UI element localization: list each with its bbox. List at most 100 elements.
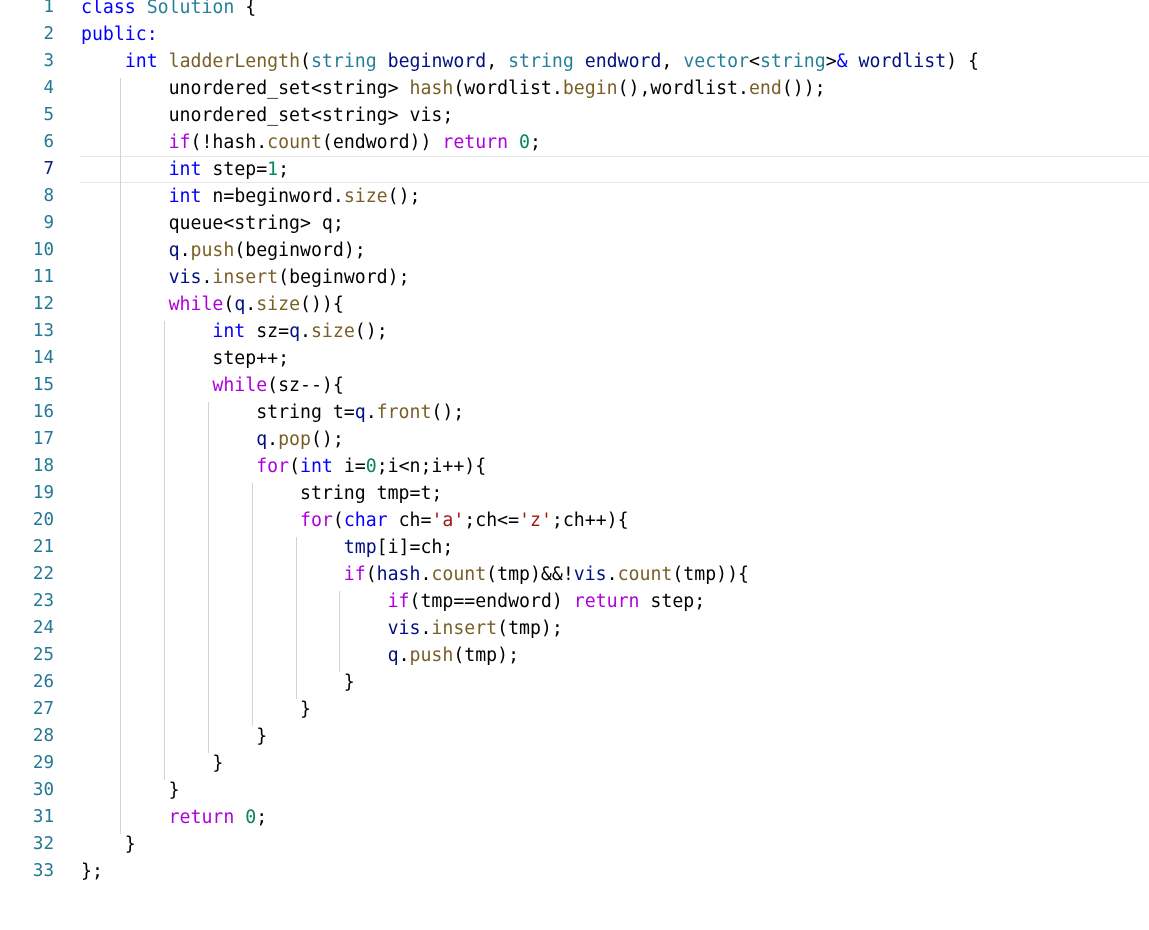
code-line[interactable]: 32 } [0, 831, 1149, 858]
code-token: . [201, 267, 213, 288]
code-line[interactable]: 21 tmp[i]=ch; [0, 534, 1149, 561]
code-line[interactable]: 15 while(sz--){ [0, 372, 1149, 399]
code-line[interactable]: 26 } [0, 669, 1149, 696]
code-token: q [289, 321, 301, 342]
code-line[interactable]: 30 } [0, 777, 1149, 804]
code-line[interactable]: 22 if(hash.count(tmp)&&!vis.count(tmp)){ [0, 561, 1149, 588]
code-line[interactable]: 16 string t=q.front(); [0, 399, 1149, 426]
code-line[interactable]: 18 for(int i=0;i<n;i++){ [0, 453, 1149, 480]
code-token: ()){ [300, 294, 344, 315]
line-number: 6 [43, 132, 54, 152]
code-line[interactable]: 5 unordered_set<string> vis; [0, 102, 1149, 129]
code-token: return [168, 807, 235, 828]
code-token: unordered_set<string> vis; [81, 105, 454, 126]
code-text: unordered_set<string> hash(wordlist.begi… [81, 75, 826, 102]
code-token: ;i<n;i++){ [376, 456, 487, 477]
line-number: 26 [32, 672, 54, 692]
code-line[interactable]: 10 q.push(beginword); [0, 237, 1149, 264]
indent-guide [339, 591, 341, 672]
code-token: } [81, 726, 268, 747]
code-token: public [81, 24, 147, 45]
code-token: 0 [519, 132, 530, 153]
code-token: (tmp); [497, 618, 563, 639]
code-token: ) { [946, 51, 980, 72]
code-line[interactable]: 2 public: [0, 21, 1149, 48]
line-number: 15 [32, 375, 54, 395]
code-token: . [420, 564, 432, 585]
code-token: return [573, 591, 640, 612]
code-text: int n=beginword.size(); [81, 183, 421, 210]
code-line[interactable]: 24 vis.insert(tmp); [0, 615, 1149, 642]
code-token: while [168, 294, 224, 315]
code-token: push [190, 240, 235, 261]
code-line[interactable]: 14 step++; [0, 345, 1149, 372]
code-token: class [81, 0, 136, 18]
code-token: (tmp==endword) [409, 591, 574, 612]
code-line[interactable]: 8 int n=beginword.size(); [0, 183, 1149, 210]
line-number: 11 [32, 267, 54, 287]
code-text: }; [81, 858, 103, 885]
code-text: for(char ch='a';ch<='z';ch++){ [81, 507, 629, 534]
code-line[interactable]: 31 return 0; [0, 804, 1149, 831]
code-line[interactable]: 6 if(!hash.count(endword)) return 0; [0, 129, 1149, 156]
code-line[interactable]: 12 while(q.size()){ [0, 291, 1149, 318]
code-line[interactable]: 19 string tmp=t; [0, 480, 1149, 507]
code-token: int [168, 186, 202, 207]
code-token: . [267, 429, 279, 450]
line-number: 27 [32, 699, 54, 719]
code-line[interactable]: 9 queue<string> q; [0, 210, 1149, 237]
code-token: for [300, 510, 333, 531]
code-token: n=beginword. [201, 186, 344, 207]
code-token: (); [387, 186, 421, 207]
code-token: hash [409, 78, 454, 99]
code-token: vis [168, 267, 202, 288]
code-token: } [81, 672, 355, 693]
code-token: string [508, 51, 574, 72]
code-line[interactable]: 13 int sz=q.size(); [0, 318, 1149, 345]
code-editor[interactable]: 1 class Solution {2 public: 3 int ladderLen… [0, 0, 1149, 930]
code-token: (endword)) [321, 132, 443, 153]
code-token: 'a' [431, 510, 465, 531]
code-token: } [81, 753, 224, 774]
code-token: (tmp)&&! [486, 564, 574, 585]
code-line[interactable]: 7 int step=1; [0, 156, 1149, 183]
line-number: 19 [32, 483, 54, 503]
line-number: 10 [32, 240, 54, 260]
line-number: 28 [32, 726, 54, 746]
line-number: 18 [32, 456, 54, 476]
code-token: int [212, 321, 246, 342]
code-line[interactable]: 3 int ladderLength(string beginword, str… [0, 48, 1149, 75]
code-token: string [759, 51, 826, 72]
code-line[interactable]: 33}; [0, 858, 1149, 885]
code-line[interactable]: 27 } [0, 696, 1149, 723]
code-line[interactable]: 23 if(tmp==endword) return step; [0, 588, 1149, 615]
code-token: ( [332, 510, 344, 531]
code-line[interactable]: 17 q.pop(); [0, 426, 1149, 453]
code-token: (beginword); [278, 267, 410, 288]
code-line[interactable]: 25 q.push(tmp); [0, 642, 1149, 669]
code-text: } [81, 669, 355, 696]
code-line[interactable]: 1 class Solution { [0, 0, 1149, 21]
code-token: (); [310, 429, 344, 450]
code-token: count [617, 564, 673, 585]
code-line[interactable]: 4 unordered_set<string> hash(wordlist.be… [0, 75, 1149, 102]
code-token: step; [639, 591, 706, 612]
code-line[interactable]: 20 for(char ch='a';ch<='z';ch++){ [0, 507, 1149, 534]
code-line[interactable]: 28 } [0, 723, 1149, 750]
code-line[interactable]: 29 } [0, 750, 1149, 777]
code-token: (); [354, 321, 388, 342]
code-text: vis.insert(beginword); [81, 264, 410, 291]
code-text: tmp[i]=ch; [81, 534, 454, 561]
code-token: . [179, 240, 191, 261]
line-number: 14 [32, 348, 54, 368]
code-line[interactable]: 11 vis.insert(beginword); [0, 264, 1149, 291]
code-text: int ladderLength(string beginword, strin… [81, 48, 979, 75]
